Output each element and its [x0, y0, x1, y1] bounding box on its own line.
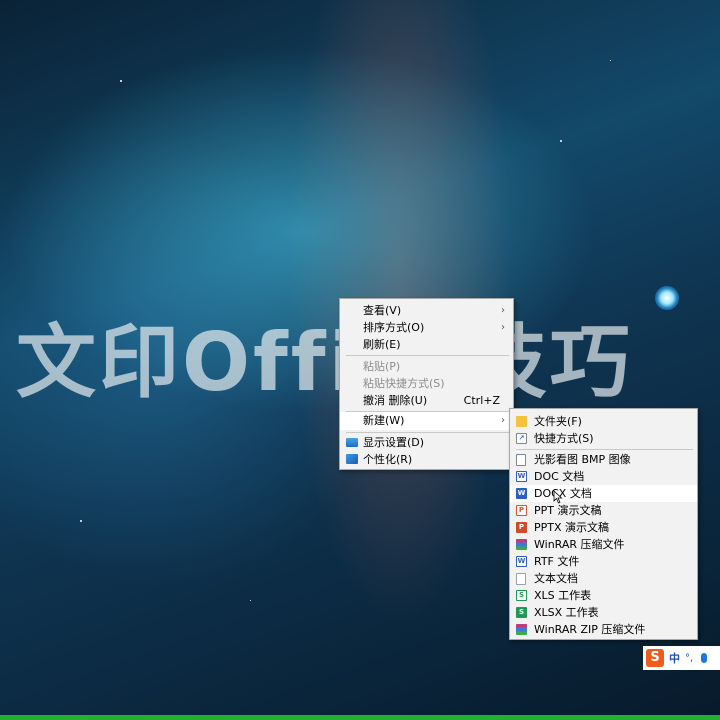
- menu-item-label: 刷新(E): [363, 338, 401, 351]
- shortcut-icon: ↗: [516, 433, 527, 444]
- menu-item-label: WinRAR 压缩文件: [534, 538, 625, 551]
- new-item-text-document[interactable]: 文本文档: [510, 570, 697, 587]
- menu-item-display-settings[interactable]: 显示设置(D): [340, 434, 513, 451]
- new-item-winrar[interactable]: WinRAR 压缩文件: [510, 536, 697, 553]
- chevron-right-icon: ›: [501, 305, 505, 316]
- folder-icon: [516, 416, 527, 427]
- sogou-logo-icon[interactable]: S: [646, 649, 664, 667]
- bright-star: [655, 286, 679, 310]
- menu-item-label: 排序方式(O): [363, 321, 425, 334]
- rtf-icon: W: [516, 556, 527, 567]
- new-item-winrar-zip[interactable]: WinRAR ZIP 压缩文件: [510, 621, 697, 638]
- new-item-docx[interactable]: W DOCX 文档: [510, 485, 697, 502]
- menu-item-label: RTF 文件: [534, 555, 580, 568]
- new-item-rtf[interactable]: W RTF 文件: [510, 553, 697, 570]
- new-item-folder[interactable]: 文件夹(F): [510, 413, 697, 430]
- display-settings-icon: [346, 438, 358, 447]
- star: [610, 60, 611, 61]
- new-item-xlsx[interactable]: S XLSX 工作表: [510, 604, 697, 621]
- menu-item-paste: 粘贴(P): [340, 358, 513, 375]
- menu-item-label: 文件夹(F): [534, 415, 582, 428]
- menu-item-label: 粘贴快捷方式(S): [363, 377, 445, 390]
- menu-separator: [346, 432, 509, 433]
- word-doc-icon: W: [516, 471, 527, 482]
- menu-item-undo-delete[interactable]: 撤消 删除(U) Ctrl+Z: [340, 392, 513, 409]
- new-item-ppt[interactable]: P PPT 演示文稿: [510, 502, 697, 519]
- winrar-zip-icon: [516, 624, 527, 635]
- new-item-xls[interactable]: S XLS 工作表: [510, 587, 697, 604]
- progress-bar-strip: [0, 715, 720, 720]
- menu-item-label: PPT 演示文稿: [534, 504, 602, 517]
- menu-item-label: XLS 工作表: [534, 589, 592, 602]
- star: [120, 80, 122, 82]
- personalize-icon: [346, 454, 358, 464]
- new-item-bmp-image[interactable]: 光影看图 BMP 图像: [510, 451, 697, 468]
- menu-item-label: 查看(V): [363, 304, 402, 317]
- word-docx-icon: W: [516, 488, 527, 499]
- chevron-right-icon: ›: [501, 322, 505, 333]
- menu-item-refresh[interactable]: 刷新(E): [340, 336, 513, 353]
- menu-item-sort-by[interactable]: 排序方式(O) ›: [340, 319, 513, 336]
- menu-item-label: DOC 文档: [534, 470, 585, 483]
- star: [560, 140, 562, 142]
- menu-item-new[interactable]: 新建(W) ›: [340, 412, 513, 430]
- new-item-shortcut[interactable]: ↗ 快捷方式(S): [510, 430, 697, 447]
- new-item-doc[interactable]: W DOC 文档: [510, 468, 697, 485]
- pptx-icon: P: [516, 522, 527, 533]
- menu-separator: [516, 449, 693, 450]
- xls-icon: S: [516, 590, 527, 601]
- menu-item-paste-shortcut: 粘贴快捷方式(S): [340, 375, 513, 392]
- menu-separator: [346, 355, 509, 356]
- ime-mode-toggle[interactable]: 中: [669, 650, 680, 666]
- menu-item-label: 粘贴(P): [363, 360, 401, 373]
- watermark-text: 文印Office技巧: [16, 316, 633, 409]
- menu-item-label: WinRAR ZIP 压缩文件: [534, 623, 646, 636]
- menu-item-label: XLSX 工作表: [534, 606, 599, 619]
- menu-item-label: 个性化(R): [363, 453, 413, 466]
- microphone-icon[interactable]: [701, 653, 708, 663]
- menu-item-label: 快捷方式(S): [534, 432, 594, 445]
- menu-item-label: 文本文档: [534, 572, 578, 585]
- chevron-right-icon: ›: [501, 415, 505, 426]
- menu-item-label: 撤消 删除(U): [363, 394, 428, 407]
- star: [250, 600, 251, 601]
- menu-item-personalize[interactable]: 个性化(R): [340, 451, 513, 468]
- shortcut-label: Ctrl+Z: [463, 394, 500, 407]
- star: [80, 520, 82, 522]
- new-item-pptx[interactable]: P PPTX 演示文稿: [510, 519, 697, 536]
- ime-toolbar[interactable]: S 中 °,: [643, 646, 720, 670]
- desktop-context-menu: 查看(V) › 排序方式(O) › 刷新(E) 粘贴(P) 粘贴快捷方式(S) …: [339, 298, 514, 470]
- menu-item-label: PPTX 演示文稿: [534, 521, 610, 534]
- new-submenu: 文件夹(F) ↗ 快捷方式(S) 光影看图 BMP 图像 W DOC 文档 W …: [509, 408, 698, 640]
- menu-item-label: 光影看图 BMP 图像: [534, 453, 631, 466]
- text-document-icon: [516, 573, 526, 585]
- ime-punctuation-toggle[interactable]: °,: [685, 653, 693, 664]
- menu-item-label: 显示设置(D): [363, 436, 425, 449]
- bmp-image-icon: [516, 454, 526, 466]
- mouse-cursor-icon: [553, 490, 563, 504]
- menu-item-view[interactable]: 查看(V) ›: [340, 302, 513, 319]
- xlsx-icon: S: [516, 607, 527, 618]
- menu-item-label: 新建(W): [363, 414, 405, 427]
- winrar-icon: [516, 539, 527, 550]
- ppt-icon: P: [516, 505, 527, 516]
